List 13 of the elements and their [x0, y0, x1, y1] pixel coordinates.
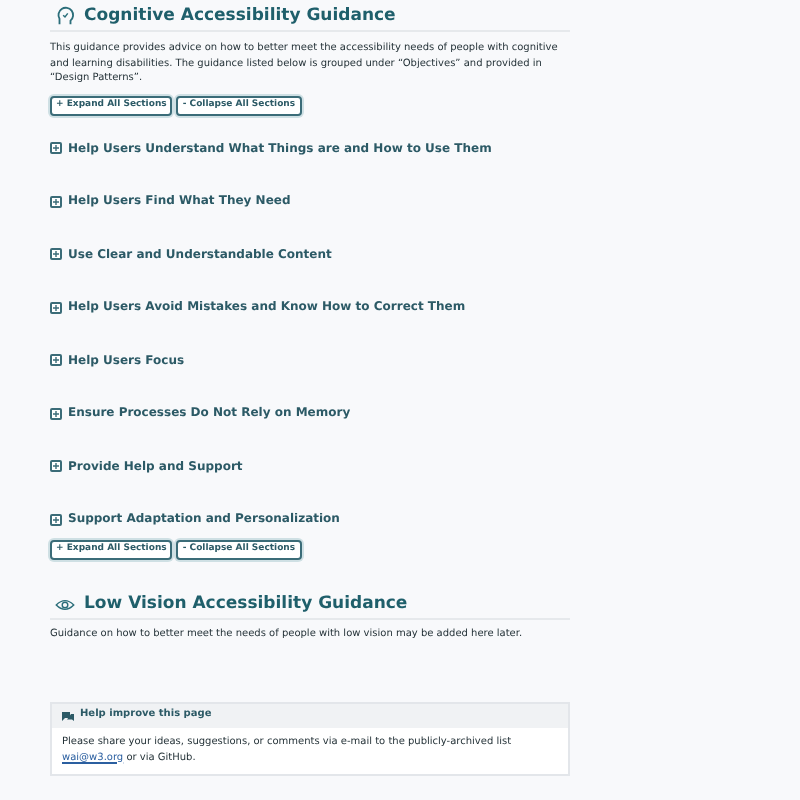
head-profile-icon: [54, 6, 76, 28]
plus-icon: [50, 460, 62, 472]
chat-icon: [62, 711, 74, 721]
plus-icon: [50, 354, 62, 366]
section-heading: Low Vision Accessibility Guidance: [84, 592, 408, 618]
eye-icon: [54, 598, 76, 612]
plus-icon: [50, 142, 62, 154]
plus-icon: [50, 195, 62, 207]
plus-icon: [50, 248, 62, 260]
plus-icon: [50, 513, 62, 525]
plus-icon: [50, 407, 62, 419]
section-heading: Cognitive Accessibility Guidance: [84, 4, 396, 30]
plus-icon: [50, 301, 62, 313]
